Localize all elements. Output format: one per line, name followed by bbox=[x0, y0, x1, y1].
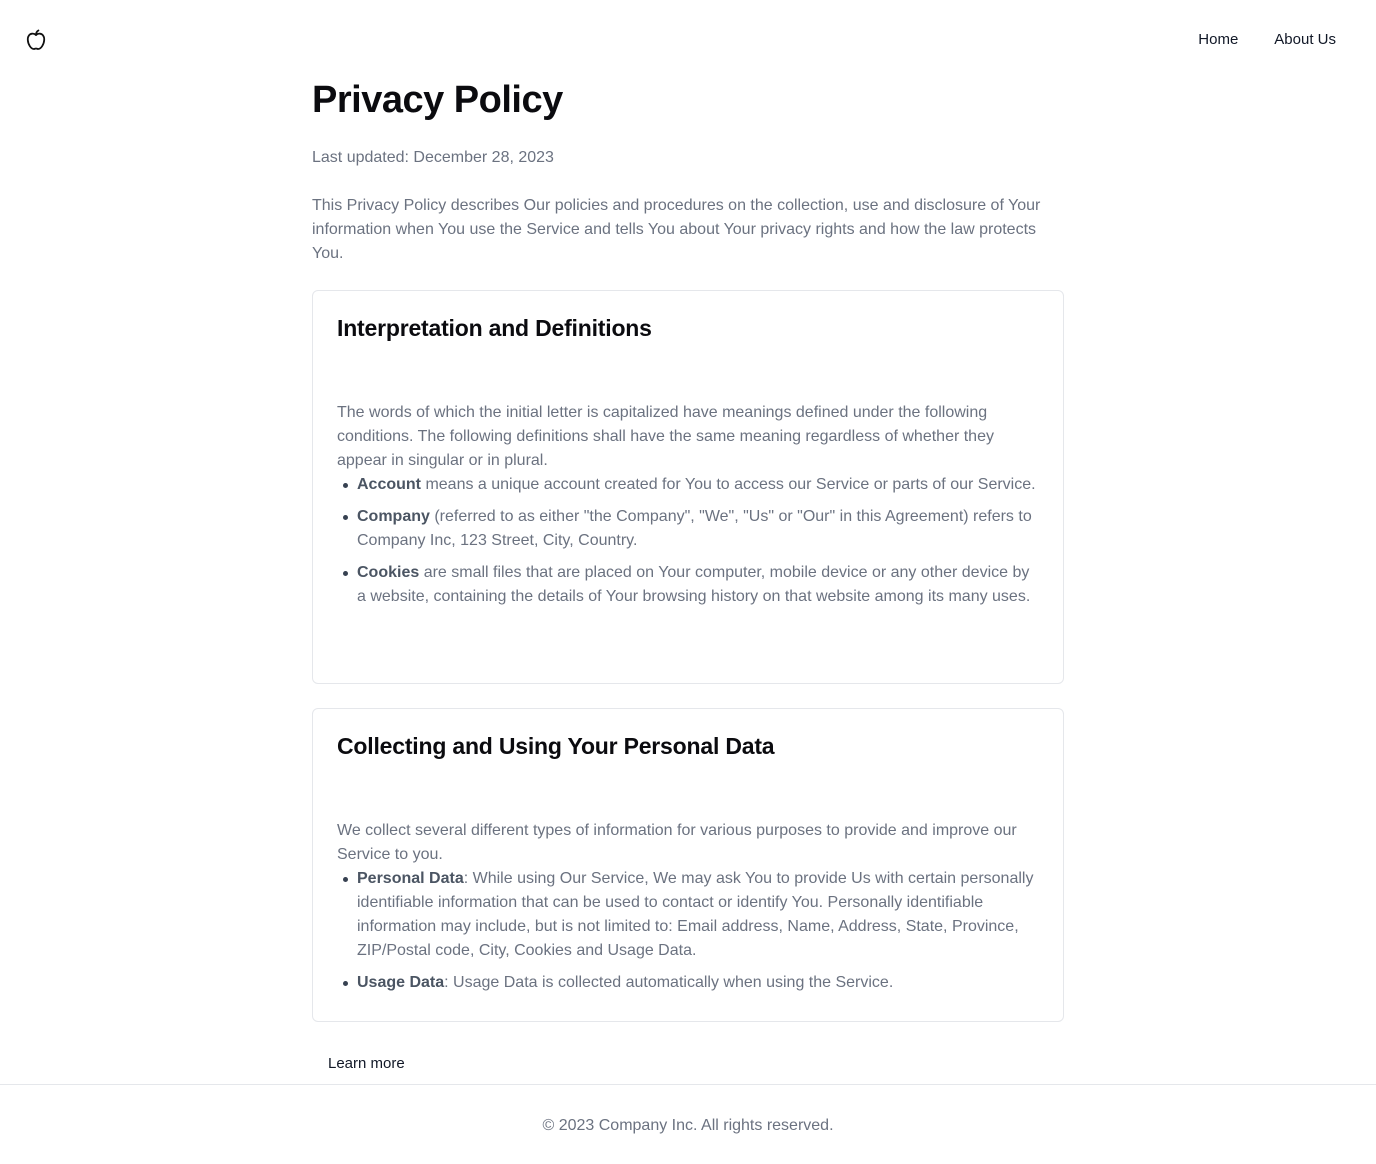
page: Home About Us Privacy Policy Last update… bbox=[0, 0, 1376, 1164]
copyright-text: © 2023 Company Inc. All rights reserved. bbox=[542, 1117, 834, 1134]
definitions-list: Account means a unique account created f… bbox=[337, 473, 1039, 609]
learn-more-link[interactable]: Learn more bbox=[328, 1054, 405, 1074]
nav-about-link[interactable]: About Us bbox=[1274, 30, 1336, 50]
main-nav: Home About Us bbox=[1198, 30, 1336, 50]
section-interpretation: Interpretation and Definitions The words… bbox=[312, 290, 1064, 684]
definition-text: means a unique account created for You t… bbox=[421, 476, 1036, 493]
data-types-list: Personal Data: While using Our Service, … bbox=[337, 867, 1039, 995]
definition-text: : Usage Data is collected automatically … bbox=[444, 974, 894, 991]
term-personal-data: Personal Data bbox=[357, 870, 464, 887]
list-item: Personal Data: While using Our Service, … bbox=[343, 867, 1039, 963]
page-title: Privacy Policy bbox=[312, 79, 563, 121]
term-cookies: Cookies bbox=[357, 564, 420, 581]
section-body: We collect several different types of in… bbox=[337, 822, 1017, 863]
intro-paragraph: This Privacy Policy describes Our polici… bbox=[312, 197, 1041, 262]
list-item: Cookies are small files that are placed … bbox=[343, 561, 1039, 609]
list-item: Account means a unique account created f… bbox=[343, 473, 1039, 497]
term-company: Company bbox=[357, 508, 430, 525]
section-personal-data: Collecting and Using Your Personal Data … bbox=[312, 708, 1064, 1022]
definition-text: are small files that are placed on Your … bbox=[357, 564, 1031, 605]
term-usage-data: Usage Data bbox=[357, 974, 445, 991]
site-footer: © 2023 Company Inc. All rights reserved. bbox=[0, 1084, 1376, 1164]
definition-text: (referred to as either "the Company", "W… bbox=[357, 508, 1032, 549]
term-account: Account bbox=[357, 476, 421, 493]
last-updated: Last updated: December 28, 2023 bbox=[312, 149, 554, 166]
list-item: Company (referred to as either "the Comp… bbox=[343, 505, 1039, 553]
apple-icon[interactable] bbox=[24, 28, 48, 52]
main-content: Privacy Policy Last updated: December 28… bbox=[312, 78, 1064, 1022]
nav-home-link[interactable]: Home bbox=[1198, 30, 1238, 50]
list-item: Usage Data: Usage Data is collected auto… bbox=[343, 971, 1039, 995]
section-heading: Collecting and Using Your Personal Data bbox=[337, 733, 775, 759]
section-body: The words of which the initial letter is… bbox=[337, 404, 994, 469]
site-header: Home About Us bbox=[0, 0, 1376, 80]
section-heading: Interpretation and Definitions bbox=[337, 315, 652, 341]
